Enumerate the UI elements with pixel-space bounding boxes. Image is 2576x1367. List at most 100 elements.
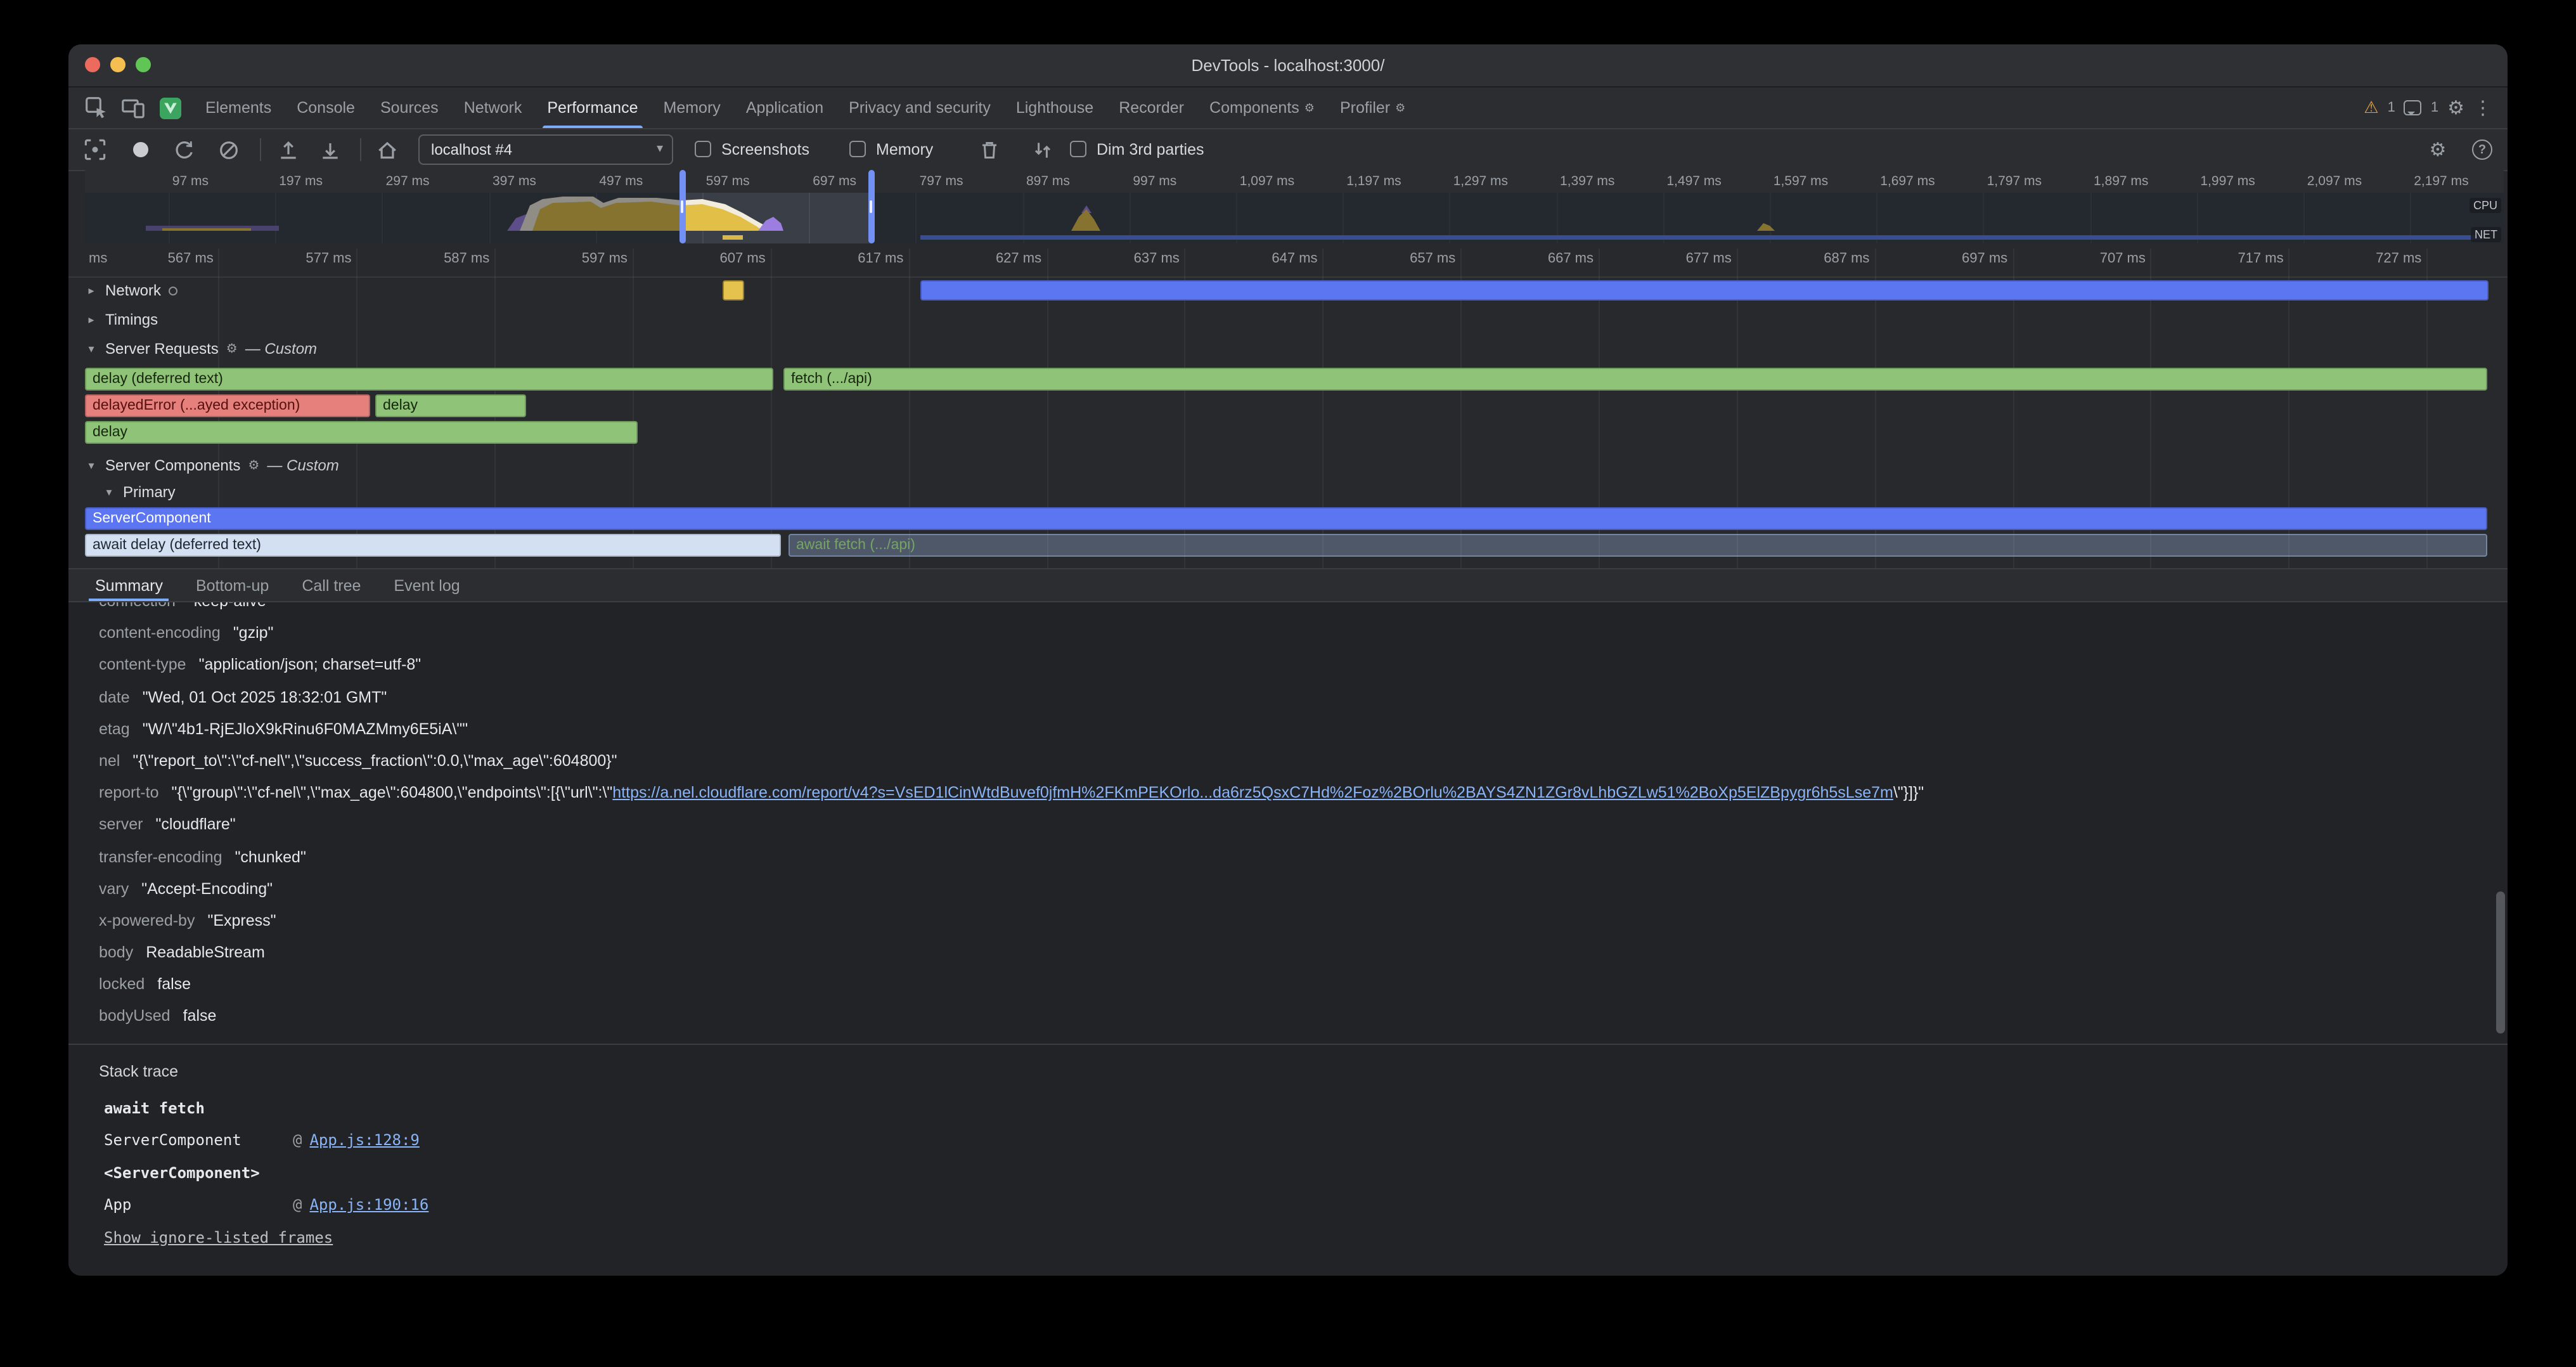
details-tab-call-tree[interactable]: Call tree [285,569,377,601]
memory-checkbox-label[interactable]: Memory [876,129,933,170]
disclosure-triangle-icon[interactable]: ▸ [85,283,98,297]
track-config-icon[interactable] [169,286,177,295]
toolbar-separator [260,138,261,161]
clear-icon[interactable] [216,137,241,162]
flame-event-bar[interactable]: delay (deferred text) [85,368,773,391]
track-label: Server Components [105,457,240,474]
property-row: date "Wed, 01 Oct 2025 18:32:01 GMT" [99,682,2508,713]
selection-handle-right[interactable] [868,170,874,243]
details-tab-bottom-up[interactable]: Bottom-up [179,569,285,601]
property-value: "W/\"4b1-RjEJloX9kRinu6F0MAZMmy6E5iA\"" [143,720,468,738]
tab-memory[interactable]: Memory [651,87,733,128]
tab-label: Recorder [1119,99,1184,117]
property-value: ReadableStream [146,943,265,961]
property-value: false [183,1007,217,1025]
stack-frame-source-link[interactable]: App.js:128:9 [309,1131,419,1149]
tab-privacy-and-security[interactable]: Privacy and security [836,87,1003,128]
tab-application[interactable]: Application [733,87,836,128]
ruler-time-label: 677 ms [1686,251,1732,266]
details-tab-summary[interactable]: Summary [79,569,179,601]
throttling-icon[interactable] [1029,137,1055,162]
flame-event-bar[interactable] [723,280,744,301]
flame-event-bar[interactable] [920,280,2489,301]
property-key: transfer-encoding [99,848,222,865]
tab-recorder[interactable]: Recorder [1106,87,1197,128]
stack-frame-group: <ServerComponent> [104,1157,2508,1189]
track-server-components[interactable]: ▾ Server Components ⚙ — Custom [85,454,339,477]
property-key: bodyUsed [99,1007,171,1025]
collect-garbage-icon[interactable] [976,137,1001,162]
tab-lighthouse[interactable]: Lighthouse [1003,87,1106,128]
property-key: content-encoding [99,624,221,642]
screenshots-checkbox-label[interactable]: Screenshots [721,129,809,170]
save-profile-icon[interactable] [317,137,342,162]
warning-icon[interactable]: ⚠ [2364,98,2378,118]
property-key: date [99,688,130,706]
track-primary[interactable]: ▾ Primary [103,481,176,503]
ruler-time-label: 587 ms [444,251,489,266]
flame-event-bar[interactable]: ServerComponent [85,507,2487,530]
record-button[interactable] [128,137,153,162]
extension-icon[interactable] [157,95,183,120]
extension-badge-icon: ⚙ [1395,101,1405,115]
titlebar[interactable]: DevTools - localhost:3000/ [68,44,2508,87]
screenshots-checkbox[interactable] [695,141,711,157]
flame-event-bar[interactable]: delay [375,394,526,417]
tab-label: Profiler [1340,99,1390,117]
disclosure-triangle-icon[interactable]: ▾ [103,485,115,499]
settings-gear-icon[interactable]: ⚙ [2447,98,2464,117]
load-profile-icon[interactable] [275,137,300,162]
tab-profiler[interactable]: Profiler ⚙ [1327,87,1418,128]
overview-time-label: 497 ms [599,174,643,189]
flame-event-bar[interactable]: delay [85,421,638,444]
memory-checkbox[interactable] [849,141,866,157]
reload-and-record-icon[interactable] [171,137,196,162]
tab-elements[interactable]: Elements [193,87,284,128]
home-icon[interactable] [374,137,399,162]
tab-network[interactable]: Network [451,87,535,128]
track-server-requests[interactable]: ▾ Server Requests ⚙ — Custom [85,337,317,360]
ruler-time-label: 727 ms [2376,251,2421,266]
flame-event-bar[interactable]: delayedError (...ayed exception) [85,394,370,417]
property-key: connection [99,602,176,610]
disclosure-triangle-icon[interactable]: ▾ [85,342,98,356]
track-timings[interactable]: ▸ Timings [85,308,158,331]
capture-history-select[interactable]: localhost #4 ▾ [418,134,673,165]
devtools-tabs: ElementsConsoleSourcesNetworkPerformance… [193,87,1418,128]
messages-icon[interactable] [2404,100,2422,115]
property-row: nel"{\"report_to\":\"cf-nel\",\"success_… [99,746,2508,777]
property-value: "Wed, 01 Oct 2025 18:32:01 GMT" [143,688,387,706]
property-value: "{\"report_to\":\"cf-nel\",\"success_fra… [132,752,617,770]
tab-console[interactable]: Console [284,87,368,128]
flame-event-bar[interactable]: await delay (deferred text) [85,534,781,557]
device-toolbar-icon[interactable] [120,95,146,120]
selection-handle-left[interactable] [679,170,685,243]
time-ruler: ms567 ms577 ms587 ms597 ms607 ms617 ms62… [68,243,2508,278]
tab-sources[interactable]: Sources [368,87,451,128]
stack-frame-function: ServerComponent [104,1125,293,1157]
scrollbar-thumb[interactable] [2496,891,2505,1033]
flame-event-bar[interactable]: await fetch (.../api) [789,534,2487,557]
capture-settings-gear-icon[interactable]: ⚙ [2425,137,2450,162]
disclosure-triangle-icon[interactable]: ▸ [85,313,98,327]
tab-components[interactable]: Components⚙ [1197,87,1327,128]
show-ignore-listed-frames-link[interactable]: Show ignore-listed frames [104,1228,333,1246]
tab-performance[interactable]: Performance [534,87,650,128]
report-to-url-link[interactable]: https://a.nel.cloudflare.com/report/v4?s… [612,784,1893,801]
flame-event-bar[interactable]: fetch (.../api) [783,368,2487,391]
ruler-unit-label: ms [89,251,107,266]
stack-frame-source-link[interactable]: App.js:190:16 [309,1196,428,1214]
overview-cpu-chart[interactable]: CPU NET [85,193,2504,245]
dim-3rd-parties-checkbox[interactable] [1070,141,1086,157]
disclosure-triangle-icon[interactable]: ▾ [85,458,98,472]
dim-3rd-parties-label[interactable]: Dim 3rd parties [1097,129,1204,170]
help-icon[interactable]: ? [2470,137,2495,162]
details-tab-event-log[interactable]: Event log [377,569,476,601]
capture-select-value: localhost #4 [431,136,512,164]
inspect-element-icon[interactable] [84,95,109,120]
live-metrics-icon[interactable] [82,137,108,162]
track-network[interactable]: ▸ Network [85,279,177,302]
flame-chart[interactable]: ms567 ms577 ms587 ms597 ms607 ms617 ms62… [68,243,2508,568]
kebab-menu-icon[interactable]: ⋮ [2473,98,2492,117]
timeline-overview[interactable]: 97 ms197 ms297 ms397 ms497 ms597 ms697 m… [85,170,2504,243]
